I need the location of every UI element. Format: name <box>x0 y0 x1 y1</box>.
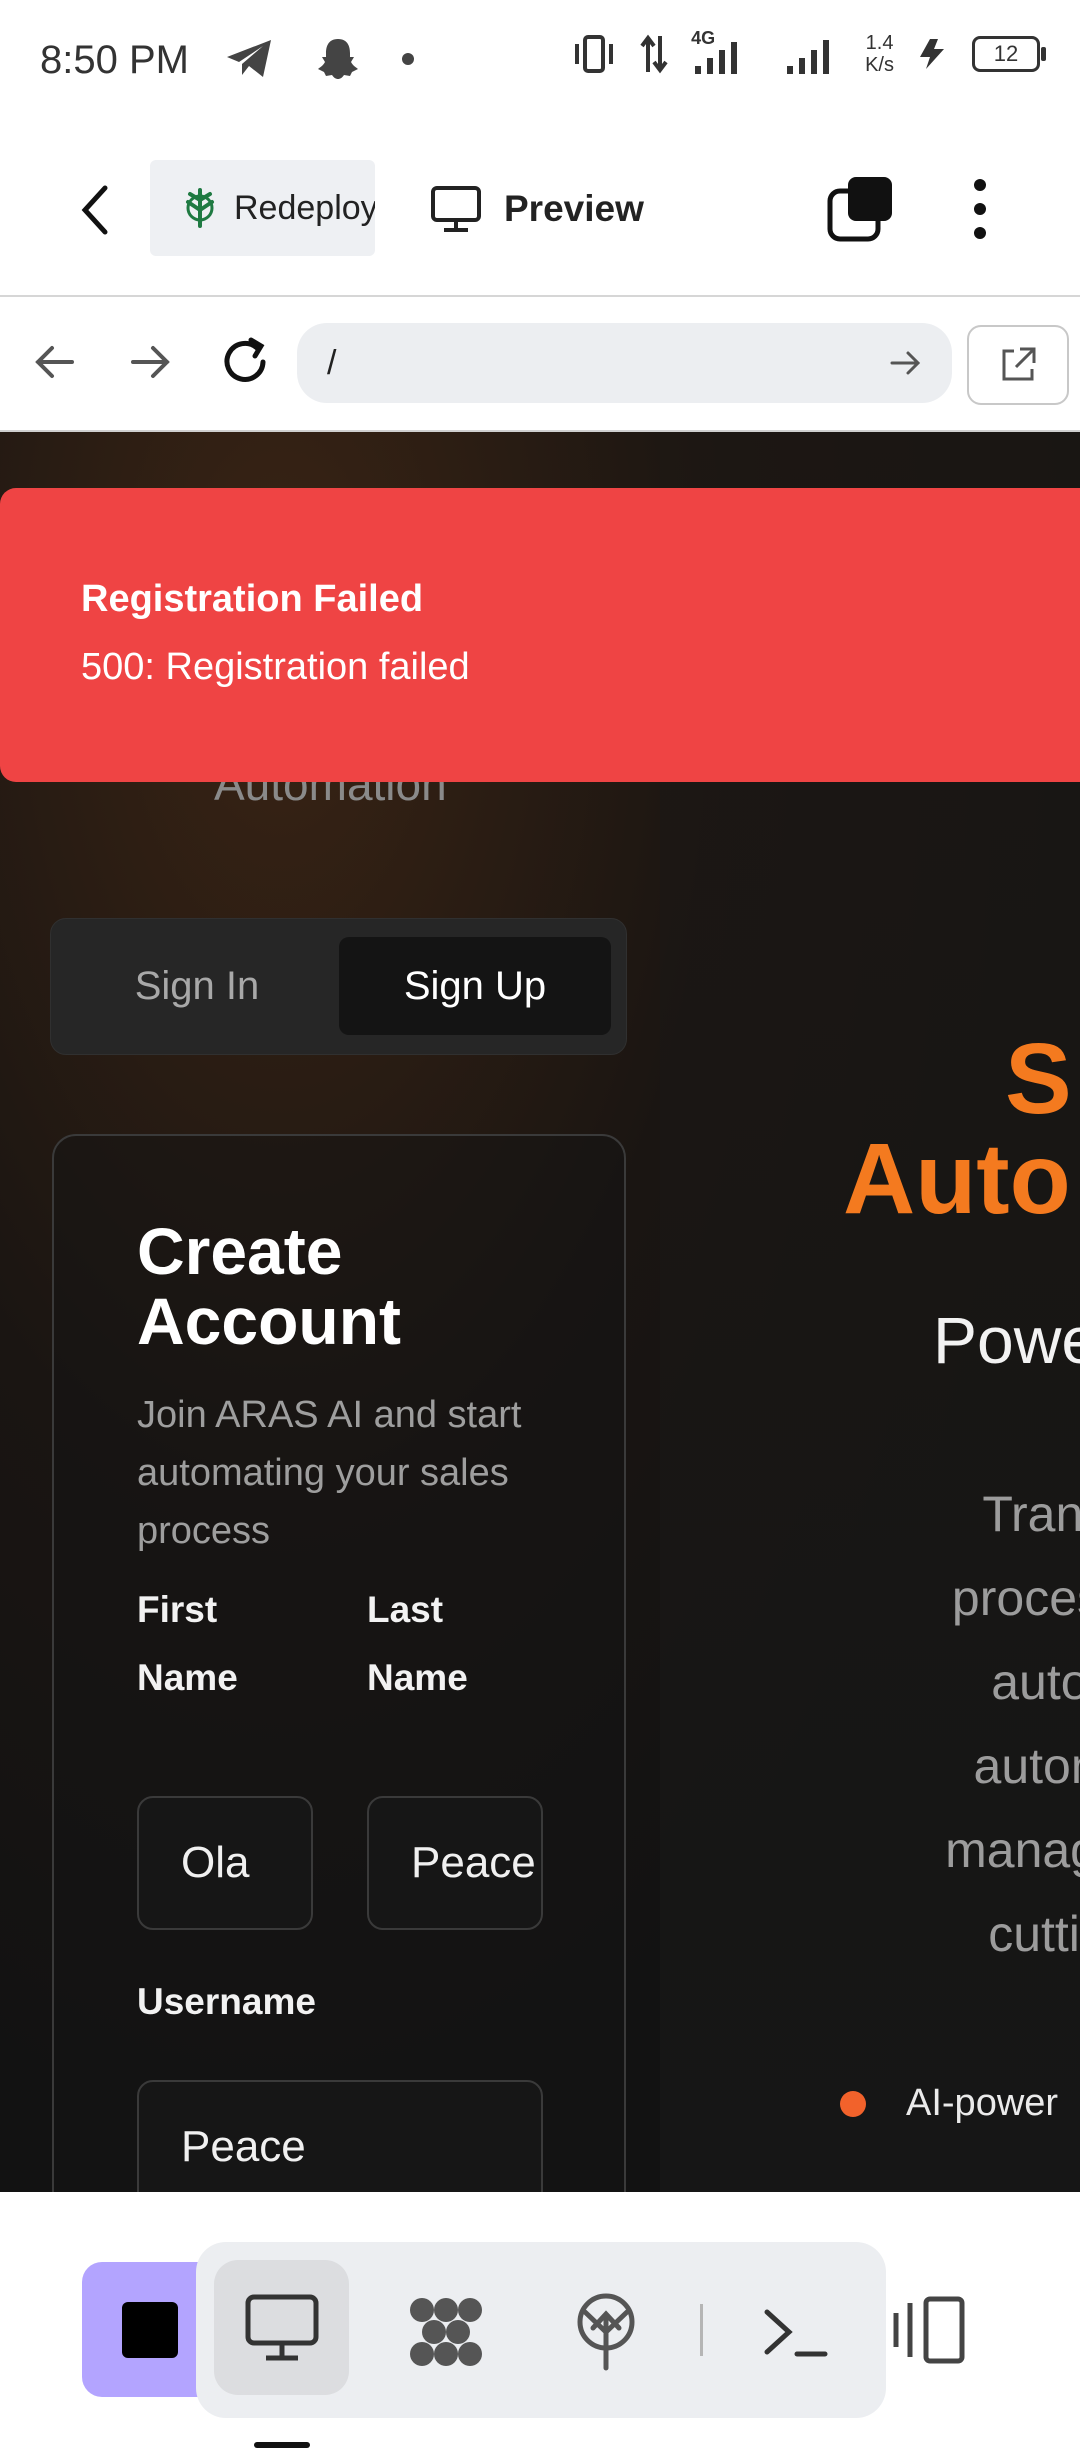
form-subtitle: Join ARAS AI and start automating your s… <box>137 1394 522 1552</box>
status-bar: 8:50 PM 4G 1.4 K/s 12 <box>0 0 1080 120</box>
open-external-button[interactable] <box>967 325 1069 405</box>
dot-icon <box>402 53 414 65</box>
deploy-tool-button[interactable] <box>566 2292 646 2372</box>
hero-desc-line: Transfo <box>982 1486 1080 1542</box>
feature-bullet: AI-power <box>840 2082 1058 2125</box>
toolbar-divider <box>700 2304 703 2356</box>
refresh-icon <box>224 337 266 382</box>
username-field[interactable]: Peace <box>137 2080 543 2192</box>
back-button[interactable] <box>60 175 130 245</box>
first-name-label: First Name <box>137 1589 238 1698</box>
signal-4g: 4G <box>691 28 761 76</box>
charging-icon <box>920 39 944 69</box>
monitor-icon <box>431 186 481 232</box>
deploy-tree-icon <box>186 188 214 228</box>
feature-text: AI-power <box>906 2082 1059 2124</box>
panels-icon <box>893 2296 965 2364</box>
tabs-icon <box>827 177 892 242</box>
redeploy-label: Redeploy <box>234 188 375 227</box>
chevron-left-icon <box>81 185 108 235</box>
stop-icon <box>121 2301 178 2358</box>
nav-forward-button[interactable] <box>125 337 175 392</box>
external-link-icon <box>1002 347 1036 381</box>
username-label: Username <box>137 1981 316 2022</box>
error-toast[interactable]: Registration Failed 500: Registration fa… <box>0 488 1080 782</box>
last-name-label: Last Name <box>367 1589 468 1698</box>
status-time: 8:50 PM <box>40 38 189 82</box>
arrow-right-icon <box>131 346 170 378</box>
url-text: / <box>327 343 337 382</box>
bottom-toolbar <box>0 2192 1080 2460</box>
vibrate-icon <box>575 35 614 73</box>
telegram-icon <box>227 40 271 77</box>
preview-label: Preview <box>504 188 644 229</box>
hero-title-line1: S <box>1005 1023 1072 1135</box>
hero-title-line2: Auto <box>843 1123 1071 1235</box>
first-name-field[interactable]: Ola <box>137 1796 313 1930</box>
net-speed-value: 1.4 <box>865 32 894 54</box>
home-indicator <box>254 2442 310 2448</box>
username-value: Peace <box>181 2122 306 2171</box>
redeploy-button[interactable]: Redeploy <box>150 160 375 256</box>
hero-desc-line: cutting-e <box>988 1906 1080 1962</box>
url-input[interactable]: / <box>297 323 952 403</box>
monitor-icon <box>245 2294 318 2360</box>
toast-message: 500: Registration failed <box>81 646 470 688</box>
workflow-icon <box>410 2298 482 2366</box>
more-options-button[interactable] <box>955 175 1005 245</box>
arrow-left-icon <box>35 346 74 378</box>
panels-button[interactable] <box>890 2295 970 2370</box>
toast-title: Registration Failed <box>81 578 424 620</box>
go-arrow-icon[interactable] <box>888 345 924 381</box>
first-name-value: Ola <box>181 1838 250 1887</box>
hero-desc-line: automate <box>973 1738 1080 1794</box>
more-vertical-icon <box>974 179 986 239</box>
preview-toggle[interactable]: Preview <box>430 185 644 233</box>
workflows-tool-button[interactable] <box>406 2292 486 2372</box>
net-speed: 1.4 K/s <box>865 32 894 76</box>
deploy-icon <box>577 2293 635 2371</box>
net-speed-unit: K/s <box>865 54 894 76</box>
browser-toolbar: / <box>0 297 1080 432</box>
signal-bars-icon <box>695 42 738 74</box>
reload-button[interactable] <box>215 332 275 397</box>
hero-desc-line: automati <box>991 1654 1080 1710</box>
hero-desc-line: process <box>951 1570 1080 1626</box>
nav-back-button[interactable] <box>30 337 80 392</box>
last-name-field[interactable]: Peace <box>367 1796 543 1930</box>
last-name-value: Peace <box>411 1838 536 1887</box>
snapchat-icon <box>318 39 358 79</box>
tabs-button[interactable] <box>826 175 896 245</box>
hero-subtitle: Powe <box>933 1303 1080 1377</box>
preview-tool-button[interactable] <box>214 2260 349 2395</box>
bullet-dot-icon <box>840 2090 866 2117</box>
signup-form: Create Account Join ARAS AI and start au… <box>52 1134 626 2192</box>
data-arrows-icon <box>640 34 668 74</box>
tool-switcher <box>196 2242 886 2418</box>
hero-desc-line: manag <box>945 1822 1080 1878</box>
form-title: Create Account <box>137 1214 401 1358</box>
battery-indicator: 12 <box>972 36 1046 72</box>
tab-sign-in[interactable]: Sign In <box>87 937 307 1035</box>
auth-tabs: Sign In Sign Up <box>50 918 627 1055</box>
hero-description: Transfo process automati automate manag … <box>840 1472 1080 1976</box>
signal-bars-2-icon <box>787 40 830 74</box>
system-status: 4G 1.4 K/s 12 <box>571 28 1046 76</box>
terminal-icon <box>764 2309 828 2357</box>
notification-icons <box>225 36 415 82</box>
app-header: Redeploy Preview <box>0 120 1080 297</box>
tab-sign-up[interactable]: Sign Up <box>339 937 611 1035</box>
console-tool-button[interactable] <box>756 2292 836 2372</box>
